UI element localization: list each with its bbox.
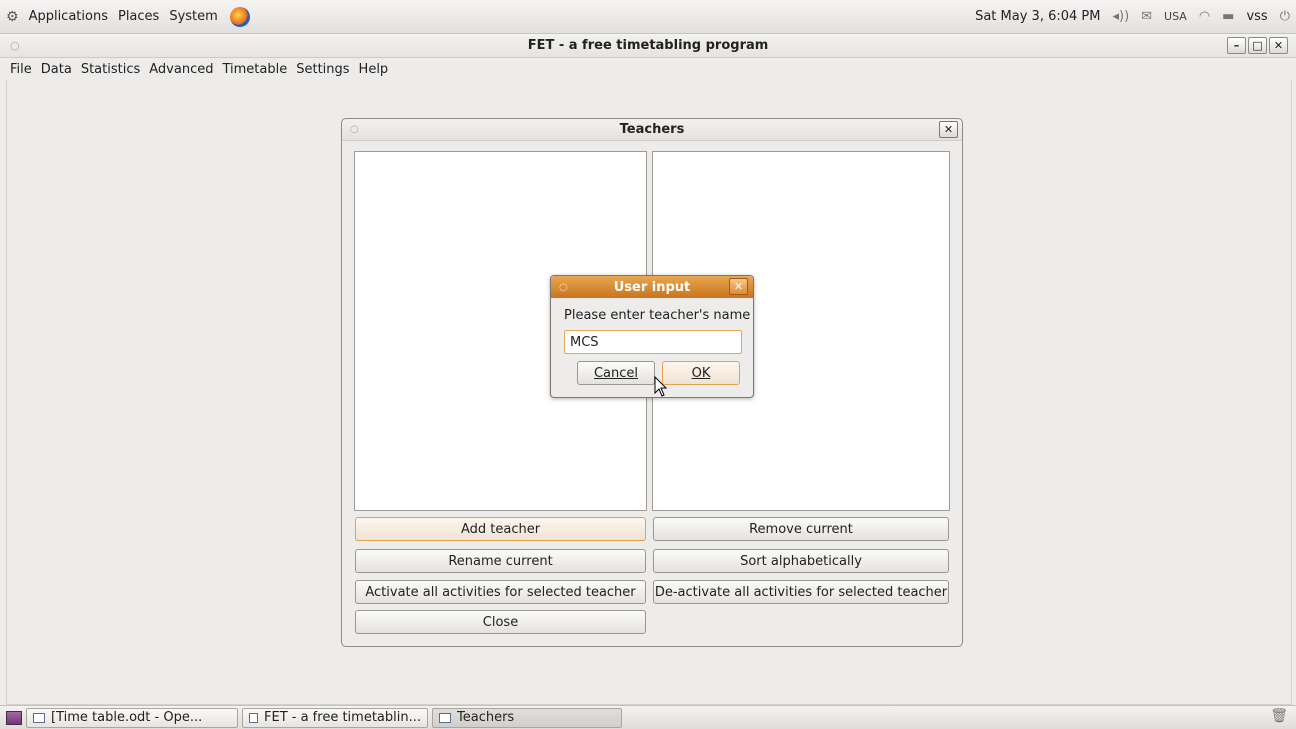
menubar: File Data Statistics Advanced Timetable … <box>0 58 1296 80</box>
window-icon <box>439 712 451 723</box>
network-icon[interactable]: ◠ <box>1199 9 1210 24</box>
applications-menu[interactable]: Applications <box>29 9 108 24</box>
window-title: FET - a free timetabling program <box>527 38 769 53</box>
dialog-menu-icon[interactable]: ○ <box>350 124 359 135</box>
power-icon[interactable]: ⏻ <box>1280 9 1290 24</box>
teachers-dialog-titlebar: ○ Teachers ✕ <box>342 119 962 141</box>
maximize-button[interactable]: □ <box>1248 37 1267 54</box>
show-desktop-icon[interactable] <box>6 710 22 725</box>
ok-button[interactable]: OK <box>662 361 740 385</box>
window-menu-icon[interactable]: ○ <box>10 39 20 52</box>
window-icon <box>249 712 258 723</box>
cancel-button[interactable]: Cancel <box>577 361 655 385</box>
teacher-name-input[interactable] <box>564 330 742 354</box>
task-label: [Time table.odt - Ope... <box>51 710 203 725</box>
menu-help[interactable]: Help <box>359 62 389 77</box>
user-input-close-icon[interactable]: ✕ <box>729 278 748 295</box>
menu-statistics[interactable]: Statistics <box>81 62 140 77</box>
menu-data[interactable]: Data <box>41 62 72 77</box>
cancel-label: Cancel <box>593 365 639 381</box>
teachers-dialog-title: Teachers <box>619 122 685 137</box>
task-fet[interactable]: FET - a free timetablin... <box>242 707 428 728</box>
panel-menus: ⚙ Applications Places System <box>6 6 250 27</box>
main-window-titlebar: ○ FET - a free timetabling program – □ ✕ <box>0 34 1296 58</box>
taskbar: [Time table.odt - Ope... FET - a free ti… <box>0 705 1296 729</box>
user-name[interactable]: vss <box>1246 9 1267 24</box>
user-input-titlebar: ○ User input ✕ <box>551 276 753 298</box>
activate-all-button[interactable]: Activate all activities for selected tea… <box>355 580 646 604</box>
teachers-close-icon[interactable]: ✕ <box>939 121 958 138</box>
add-teacher-button[interactable]: Add teacher <box>355 517 646 541</box>
panel-tray: Sat May 3, 6:04 PM ◂)) ✉ USA ◠ ▬ vss ⏻ <box>975 9 1290 24</box>
mail-icon[interactable]: ✉ <box>1141 9 1152 24</box>
clock[interactable]: Sat May 3, 6:04 PM <box>975 9 1100 24</box>
places-menu[interactable]: Places <box>118 9 159 24</box>
volume-icon[interactable]: ◂)) <box>1112 9 1129 24</box>
chat-icon[interactable]: ▬ <box>1222 9 1234 24</box>
task-label: Teachers <box>457 710 515 725</box>
ubuntu-logo-icon[interactable]: ⚙ <box>6 9 19 25</box>
system-menu[interactable]: System <box>169 9 217 24</box>
menu-settings[interactable]: Settings <box>296 62 349 77</box>
minimize-button[interactable]: – <box>1227 37 1246 54</box>
user-input-title: User input <box>613 279 691 295</box>
close-window-button[interactable]: ✕ <box>1269 37 1288 54</box>
menu-timetable[interactable]: Timetable <box>222 62 287 77</box>
task-label: FET - a free timetablin... <box>264 710 421 725</box>
top-panel: ⚙ Applications Places System Sat May 3, … <box>0 0 1296 34</box>
rename-current-button[interactable]: Rename current <box>355 549 646 573</box>
menu-advanced[interactable]: Advanced <box>149 62 213 77</box>
deactivate-all-button[interactable]: De-activate all activities for selected … <box>653 580 949 604</box>
sort-alphabetically-button[interactable]: Sort alphabetically <box>653 549 949 573</box>
firefox-icon[interactable] <box>229 6 250 27</box>
menu-file[interactable]: File <box>10 62 32 77</box>
mouse-cursor-icon <box>654 376 668 397</box>
close-button[interactable]: Close <box>355 610 646 634</box>
ok-label: OK <box>691 365 711 381</box>
prompt-label: Please enter teacher's name <box>564 308 751 323</box>
remove-current-button[interactable]: Remove current <box>653 517 949 541</box>
trash-icon[interactable]: 🗑 <box>1270 708 1288 724</box>
window-controls: – □ ✕ <box>1227 37 1288 54</box>
user-input-dialog: ○ User input ✕ Please enter teacher's na… <box>550 275 754 398</box>
task-time-table[interactable]: [Time table.odt - Ope... <box>26 707 238 728</box>
keyboard-layout[interactable]: USA <box>1164 10 1187 23</box>
document-icon <box>33 712 45 723</box>
task-teachers[interactable]: Teachers <box>432 707 622 728</box>
user-input-menu-icon[interactable]: ○ <box>559 282 568 293</box>
